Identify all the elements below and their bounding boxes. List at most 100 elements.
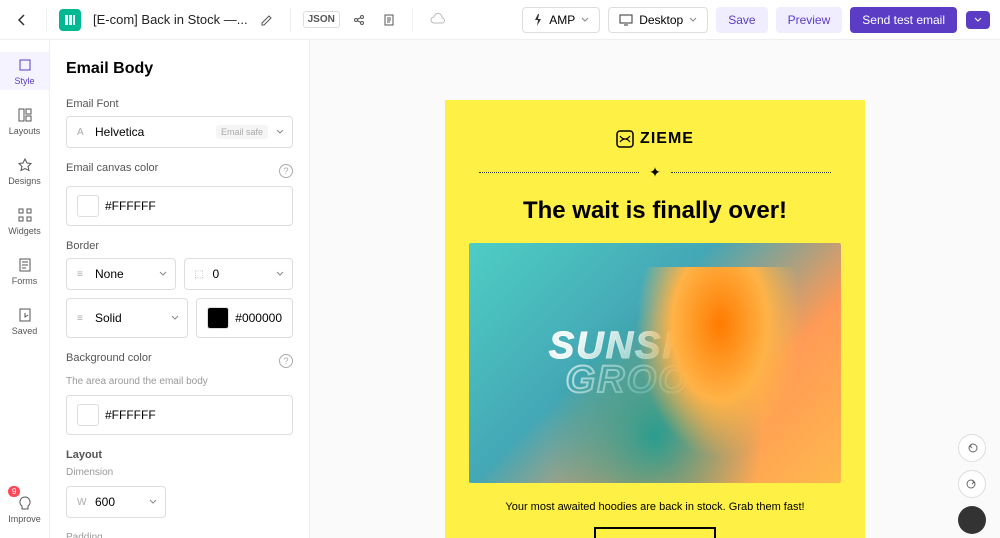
chevron-down-icon [149, 499, 157, 505]
nav-label: Layouts [9, 126, 41, 136]
border-width-input[interactable]: ⬚ 0 [184, 258, 294, 290]
viewport-label: Desktop [639, 13, 683, 27]
help-icon[interactable]: ? [279, 354, 293, 368]
email-canvas: ZIEME ✦ The wait is finally over! SUNSHI… [310, 40, 1000, 538]
email-font-label: Email Font [66, 98, 293, 110]
style-panel: Email Body Email Font A Helvetica Email … [50, 40, 310, 538]
email-subtext: Your most awaited hoodies are back in st… [469, 501, 841, 513]
panel-heading: Email Body [66, 60, 293, 78]
border-style-value: None [95, 267, 124, 281]
border-color-value: #000000 [235, 311, 282, 325]
border-label: Border [66, 240, 293, 252]
divider [290, 8, 291, 32]
canvas-color-label: Email canvas color [66, 162, 158, 174]
dimension-value: 600 [95, 495, 115, 509]
chat-bubble-icon[interactable] [958, 506, 986, 534]
save-button[interactable]: Save [716, 7, 767, 33]
bg-label: Background color [66, 352, 152, 364]
cloud-sync-icon[interactable] [425, 9, 451, 31]
border-style2-value: Solid [95, 311, 122, 325]
star-icon: ✦ [649, 164, 661, 181]
border-style-select[interactable]: ≡ None [66, 258, 176, 290]
email-safe-badge: Email safe [216, 125, 268, 139]
canvas-color-input[interactable]: #FFFFFF [66, 186, 293, 226]
chevron-down-icon [159, 271, 167, 277]
email-font-select[interactable]: A Helvetica Email safe [66, 116, 293, 148]
desktop-icon [619, 14, 633, 26]
dimension-input[interactable]: W 600 [66, 486, 166, 518]
lightning-icon [533, 14, 543, 26]
send-test-button[interactable]: Send test email [850, 7, 957, 33]
chevron-down-icon [974, 17, 982, 23]
layout-label: Layout [66, 449, 293, 461]
redo-button[interactable] [958, 470, 986, 498]
notes-icon[interactable] [378, 9, 400, 31]
font-value: Helvetica [95, 125, 144, 139]
app-logo-icon [59, 9, 81, 31]
nav-label: Forms [12, 276, 38, 286]
saved-icon [16, 306, 34, 324]
nav-style[interactable]: Style [0, 52, 49, 90]
border-icon: ≡ [77, 269, 89, 280]
nav-label: Style [14, 76, 34, 86]
edit-icon[interactable] [256, 9, 278, 31]
chevron-down-icon [581, 17, 589, 23]
shop-now-button[interactable]: Shop Now → [594, 527, 716, 538]
nav-designs[interactable]: Designs [0, 152, 49, 190]
width-prefix: W [77, 497, 89, 508]
amp-dropdown[interactable]: AMP [522, 7, 600, 33]
designs-icon [16, 156, 34, 174]
nav-label: Designs [8, 176, 41, 186]
divider [412, 8, 413, 32]
bg-value: #FFFFFF [105, 408, 156, 422]
improve-icon [16, 494, 34, 512]
json-button[interactable]: JSON [303, 11, 340, 28]
email-body[interactable]: ZIEME ✦ The wait is finally over! SUNSHI… [445, 100, 865, 538]
border-color-input[interactable]: #000000 [196, 298, 293, 338]
nav-label: Saved [12, 326, 38, 336]
brand-name: ZIEME [640, 130, 694, 148]
brand-row: ZIEME [469, 130, 841, 148]
color-swatch [77, 195, 99, 217]
hero-image: SUNSHINE GROOVE [469, 243, 841, 483]
preview-button[interactable]: Preview [776, 7, 843, 33]
nav-improve[interactable]: 9 Improve [0, 490, 49, 528]
style-icon [16, 56, 34, 74]
width-icon: ⬚ [195, 269, 207, 280]
help-icon[interactable]: ? [279, 164, 293, 178]
chevron-down-icon [276, 271, 284, 277]
chevron-down-icon [171, 315, 179, 321]
back-button[interactable] [10, 8, 34, 32]
chevron-down-icon [276, 129, 284, 135]
undo-button[interactable] [958, 434, 986, 462]
border-width-value: 0 [213, 267, 220, 281]
padding-label: Padding [66, 532, 293, 538]
viewport-dropdown[interactable]: Desktop [608, 7, 708, 33]
border-icon: ≡ [77, 313, 89, 324]
email-headline: The wait is finally over! [469, 197, 841, 225]
send-test-caret[interactable] [966, 11, 990, 29]
nav-label: Widgets [8, 226, 41, 236]
canvas-color-value: #FFFFFF [105, 199, 156, 213]
color-swatch [207, 307, 229, 329]
document-title: [E-com] Back in Stock —... [93, 12, 248, 27]
amp-label: AMP [549, 13, 575, 27]
nav-layouts[interactable]: Layouts [0, 102, 49, 140]
forms-icon [16, 256, 34, 274]
nav-saved[interactable]: Saved [0, 302, 49, 340]
share-icon[interactable] [348, 9, 370, 31]
brand-icon [616, 130, 634, 148]
widgets-icon [16, 206, 34, 224]
nav-label: Improve [8, 514, 41, 524]
color-swatch [77, 404, 99, 426]
chevron-down-icon [689, 17, 697, 23]
divider-line: ✦ [469, 164, 841, 181]
dimension-label: Dimension [66, 467, 293, 478]
left-nav: Style Layouts Designs Widgets Forms Save… [0, 40, 50, 538]
layouts-icon [16, 106, 34, 124]
bg-sublabel: The area around the email body [66, 376, 293, 387]
nav-forms[interactable]: Forms [0, 252, 49, 290]
bg-color-input[interactable]: #FFFFFF [66, 395, 293, 435]
border-style2-select[interactable]: ≡ Solid [66, 298, 188, 338]
nav-widgets[interactable]: Widgets [0, 202, 49, 240]
